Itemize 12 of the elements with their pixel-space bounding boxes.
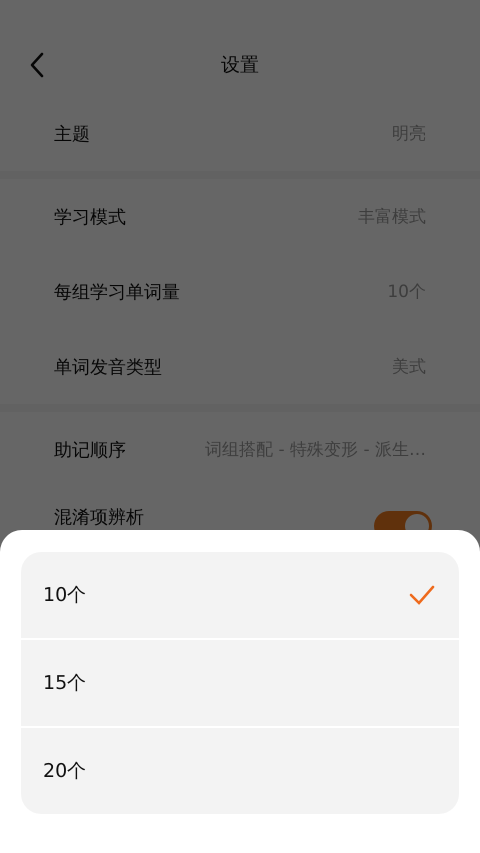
check-icon xyxy=(409,585,435,605)
setting-label: 助记顺序 xyxy=(54,438,126,462)
setting-label: 每组学习单词量 xyxy=(54,280,180,304)
option-item[interactable]: 10个 xyxy=(21,552,459,638)
setting-label: 学习模式 xyxy=(54,206,126,228)
setting-label: 主题 xyxy=(54,122,90,146)
setting-label: 单词发音类型 xyxy=(54,356,162,378)
option-item[interactable]: 20个 xyxy=(21,726,459,814)
option-item[interactable]: 15个 xyxy=(21,638,459,726)
page-title: 设置 xyxy=(221,53,259,78)
back-icon[interactable] xyxy=(28,51,46,79)
setting-label: 混淆项辨析 xyxy=(54,506,144,529)
